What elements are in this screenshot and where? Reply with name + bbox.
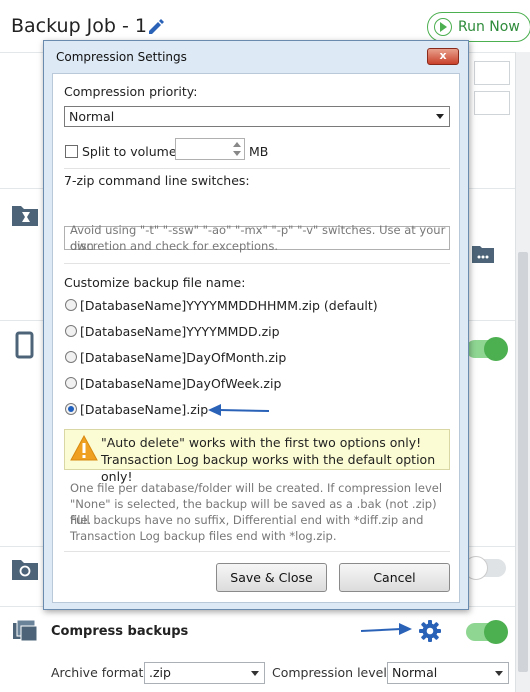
archive-format-value: .zip [149,665,171,680]
switches-label: 7-zip command line switches: [64,173,250,188]
switches-hint-line2: discretion and check for exceptions. [70,239,278,253]
job-title: Backup Job - 1 [11,15,147,37]
name-option-label-4: [DatabaseName].zip [80,402,209,417]
name-option-radio-2[interactable] [65,351,77,363]
dialog-body: Compression priority: Normal Split to vo… [52,73,460,603]
compress-label: Compress backups [51,624,189,639]
warning-line1: "Auto delete" works with the first two o… [101,435,422,450]
compress-icon [13,619,38,642]
name-option-radio-1[interactable] [65,325,77,337]
dialog-title: Compression Settings [56,50,187,64]
compress-toggle[interactable] [466,620,508,644]
priority-value: Normal [69,109,115,124]
compression-level-select[interactable]: Normal [387,662,509,684]
customize-label: Customize backup file name: [64,275,246,290]
priority-select[interactable]: Normal [64,106,450,127]
info-line3: Full backups have no suffix, Differentia… [70,513,424,527]
warning-box: "Auto delete" works with the first two o… [64,429,450,484]
arrow-icon [361,623,412,635]
compression-level-label: Compression level: [272,665,392,680]
warning-icon [70,435,98,461]
priority-label: Compression priority: [64,84,198,99]
cancel-button[interactable]: Cancel [339,563,450,592]
split-size-spinner[interactable] [175,138,245,160]
edit-icon[interactable] [146,17,166,37]
run-now-button[interactable]: Run Now [427,12,530,42]
cancel-label: Cancel [373,570,416,585]
scrollbar[interactable] [515,52,530,692]
name-option-radio-0[interactable] [65,299,77,311]
warning-text: "Auto delete" works with the first two o… [101,434,449,485]
phone-icon [15,331,34,359]
folder-hourglass-icon [12,206,38,226]
archive-format-select[interactable]: .zip [144,662,265,684]
gear-icon[interactable] [418,619,442,643]
bg-input-1[interactable] [474,61,510,85]
save-close-label: Save & Close [230,570,313,585]
play-icon [434,18,452,36]
name-option-radio-4[interactable] [65,403,77,415]
compression-settings-dialog: Compression Settings x Compression prior… [43,40,469,610]
dialog-titlebar[interactable]: Compression Settings x [44,41,468,73]
divider [64,263,450,264]
split-label: Split to volumes: [82,144,188,159]
save-close-button[interactable]: Save & Close [216,563,327,592]
split-unit: MB [249,144,269,159]
divider [64,168,450,169]
close-icon: x [439,49,447,62]
name-option-label-1: [DatabaseName]YYYYMMDD.zip [80,324,280,339]
toggle-3[interactable] [466,337,508,361]
bg-input-2[interactable] [474,91,510,115]
name-option-label-3: [DatabaseName]DayOfWeek.zip [80,376,282,391]
folder-dots-icon[interactable] [471,243,495,265]
close-button[interactable]: x [427,48,459,65]
archive-format-label: Archive format: [51,665,148,680]
name-option-label-2: [DatabaseName]DayOfMonth.zip [80,350,287,365]
name-option-radio-3[interactable] [65,377,77,389]
divider [64,551,450,552]
scroll-thumb[interactable] [518,252,528,672]
split-checkbox[interactable] [65,145,78,158]
info-line4: Transaction Log backup files end with *l… [70,529,337,543]
toggle-4[interactable] [464,556,506,580]
arrow-icon [208,404,269,416]
compression-level-value: Normal [392,665,438,680]
name-option-label-0: [DatabaseName]YYYYMMDDHHMM.zip (default) [80,298,378,313]
run-now-label: Run Now [458,19,520,35]
info-line1: One file per database/folder will be cre… [70,481,443,495]
folder-restore-icon [12,560,38,580]
